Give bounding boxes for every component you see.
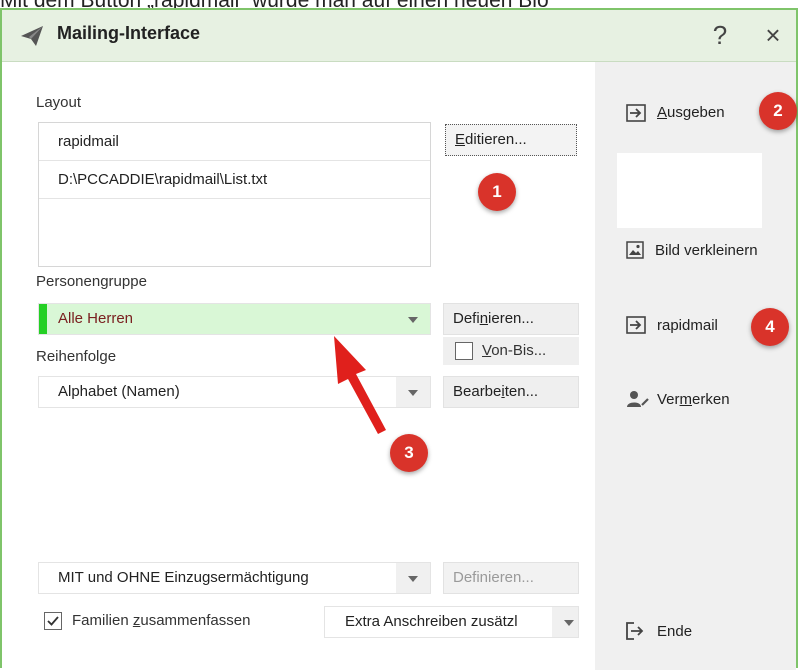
extra-letter-value: Extra Anschreiben zusätzl bbox=[345, 613, 518, 630]
note-label: Vermerken bbox=[657, 391, 730, 408]
user-edit-icon bbox=[627, 391, 649, 407]
help-button[interactable]: ? bbox=[705, 18, 735, 52]
checkmark-icon bbox=[47, 616, 59, 626]
extra-letter-select[interactable]: Extra Anschreiben zusätzl bbox=[324, 606, 579, 638]
exit-icon bbox=[626, 622, 644, 640]
edit-layout-button[interactable]: Editieren... bbox=[445, 124, 577, 156]
selection-marker bbox=[39, 304, 47, 334]
end-label: Ende bbox=[657, 623, 693, 640]
window-title: Mailing-Interface bbox=[57, 23, 201, 43]
define-group-button[interactable]: Definieren... bbox=[443, 303, 579, 335]
output-label: Ausgeben bbox=[657, 104, 725, 121]
annotation-badge-4: 4 bbox=[751, 308, 789, 346]
export-icon bbox=[626, 316, 646, 334]
direct-debit-select[interactable]: MIT und OHNE Einzugsermächtigung bbox=[38, 562, 431, 594]
edit-order-button[interactable]: Bearbeiten... bbox=[443, 376, 579, 408]
direct-debit-value: MIT und OHNE Einzugsermächtigung bbox=[58, 569, 309, 586]
rapidmail-label: rapidmail bbox=[657, 317, 718, 334]
rapidmail-button[interactable]: rapidmail bbox=[626, 314, 746, 338]
shrink-image-button[interactable]: Bild verkleinern bbox=[626, 238, 794, 262]
chevron-down-icon[interactable] bbox=[552, 607, 578, 637]
define-direct-debit-button[interactable]: Definieren... bbox=[443, 562, 579, 594]
families-checkbox[interactable] bbox=[44, 612, 62, 630]
layout-label: Layout bbox=[36, 94, 82, 111]
annotation-badge-2: 2 bbox=[759, 92, 797, 130]
range-checkbox[interactable] bbox=[455, 342, 473, 360]
order-label: Reihenfolge bbox=[36, 348, 117, 365]
families-label: Familien zusammenfassen bbox=[72, 612, 251, 629]
image-icon bbox=[626, 241, 644, 259]
export-icon bbox=[626, 104, 646, 122]
list-item[interactable]: rapidmail bbox=[39, 123, 430, 161]
close-button[interactable]: × bbox=[758, 18, 788, 52]
annotation-badge-3: 3 bbox=[390, 434, 428, 472]
note-button[interactable]: Vermerken bbox=[626, 388, 756, 412]
annotation-arrow bbox=[334, 336, 386, 434]
order-value: Alphabet (Namen) bbox=[58, 383, 180, 400]
mailing-interface-window: Mailing-Interface ? × Layout rapidmail D… bbox=[0, 8, 798, 670]
paper-plane-icon bbox=[21, 26, 43, 46]
chevron-down-icon[interactable] bbox=[396, 563, 430, 593]
output-button[interactable]: Ausgeben bbox=[626, 102, 746, 124]
person-group-value: Alle Herren bbox=[58, 310, 134, 327]
shrink-image-label: Bild verkleinern bbox=[655, 242, 758, 259]
list-item[interactable]: D:\PCCADDIE\rapidmail\List.txt bbox=[39, 161, 430, 199]
range-checkbox-label: Von-Bis... bbox=[482, 342, 547, 359]
layout-listbox[interactable]: rapidmail D:\PCCADDIE\rapidmail\List.txt bbox=[38, 122, 431, 267]
end-button[interactable]: Ende bbox=[626, 619, 726, 643]
annotation-badge-1: 1 bbox=[478, 173, 516, 211]
title-bar: Mailing-Interface ? × bbox=[2, 10, 796, 62]
preview-image bbox=[617, 153, 762, 228]
range-checkbox-row[interactable]: Von-Bis... bbox=[443, 337, 579, 365]
person-group-label: Personengruppe bbox=[36, 273, 147, 290]
